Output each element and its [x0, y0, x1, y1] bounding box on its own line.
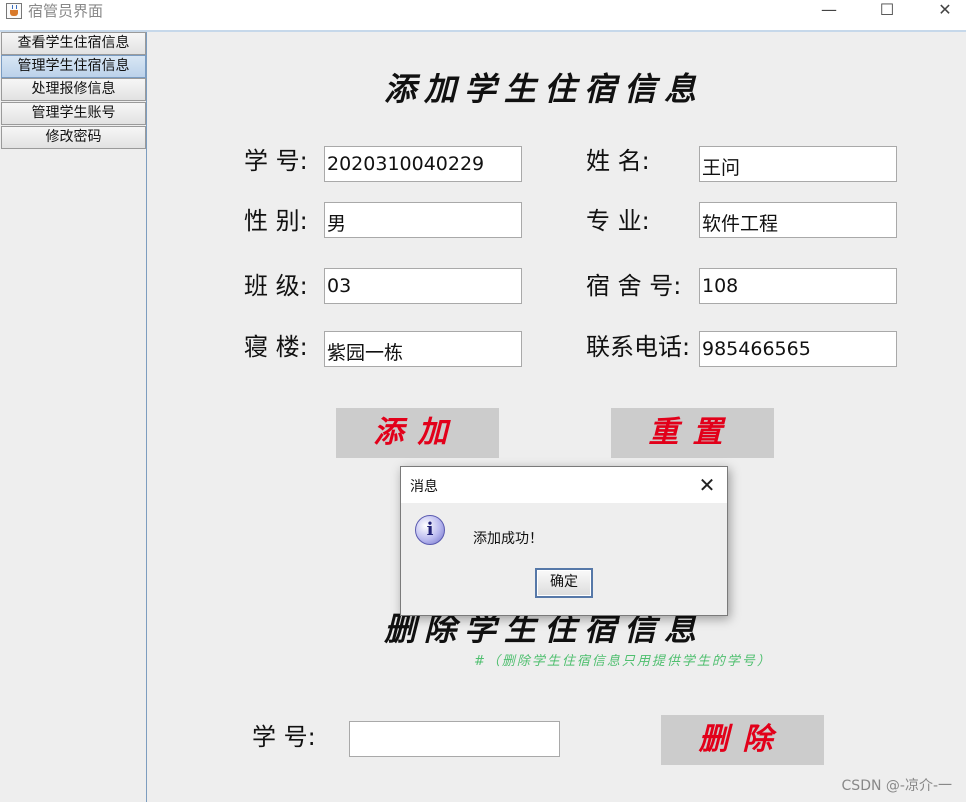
window-title: 宿管员界面 — [28, 2, 104, 20]
dorm-number-label: 宿 舍 号: — [586, 272, 682, 300]
java-app-icon — [6, 3, 22, 19]
dorm-number-input[interactable]: 108 — [699, 268, 897, 304]
sidebar-item-manage-accommodation[interactable]: 管理学生住宿信息 — [1, 55, 146, 78]
building-label: 寝 楼: — [244, 333, 308, 361]
name-input[interactable]: 王问 — [699, 146, 897, 182]
building-input[interactable]: 紫园一栋 — [324, 331, 522, 367]
class-label: 班 级: — [244, 272, 308, 300]
student-id-input[interactable]: 2020310040229 — [324, 146, 522, 182]
add-form-heading: 添加学生住宿信息 — [384, 70, 705, 108]
delete-student-id-input[interactable] — [349, 721, 560, 757]
delete-student-id-label: 学 号: — [252, 723, 316, 751]
sidebar: 查看学生住宿信息 管理学生住宿信息 处理报修信息 管理学生账号 修改密码 — [0, 32, 147, 802]
dialog-ok-button[interactable]: 确定 — [535, 568, 593, 598]
message-dialog: 消息 ✕ i 添加成功！ 确定 — [400, 466, 728, 616]
dialog-message: 添加成功！ — [473, 531, 543, 547]
sidebar-item-repairs[interactable]: 处理报修信息 — [1, 78, 146, 101]
sidebar-item-view-accommodation[interactable]: 查看学生住宿信息 — [1, 32, 146, 55]
gender-label: 性 别: — [244, 207, 308, 235]
major-label: 专 业: — [586, 207, 650, 235]
reset-button[interactable]: 重置 — [611, 408, 774, 458]
info-icon: i — [415, 515, 445, 545]
watermark: CSDN @-凉介-一 — [841, 778, 952, 794]
dialog-close-icon[interactable]: ✕ — [693, 471, 721, 499]
close-window-button[interactable]: ✕ — [920, 0, 966, 22]
gender-input[interactable]: 男 — [324, 202, 522, 238]
main-panel: 添加学生住宿信息 学 号: 2020310040229 姓 名: 王问 性 别:… — [148, 32, 966, 802]
delete-form-note: #（删除学生住宿信息只用提供学生的学号） — [474, 654, 772, 669]
phone-label: 联系电话: — [586, 333, 691, 361]
name-label: 姓 名: — [586, 147, 650, 175]
delete-button[interactable]: 删除 — [661, 715, 824, 765]
class-input[interactable]: 03 — [324, 268, 522, 304]
window-titlebar: 宿管员界面 — ☐ ✕ — [0, 0, 966, 30]
add-button[interactable]: 添加 — [336, 408, 499, 458]
maximize-button[interactable]: ☐ — [862, 0, 912, 22]
dialog-titlebar: 消息 ✕ — [401, 467, 727, 503]
dialog-title: 消息 — [410, 479, 438, 495]
sidebar-item-change-password[interactable]: 修改密码 — [1, 126, 146, 149]
major-input[interactable]: 软件工程 — [699, 202, 897, 238]
phone-input[interactable]: 985466565 — [699, 331, 897, 367]
sidebar-item-student-accounts[interactable]: 管理学生账号 — [1, 102, 146, 125]
minimize-button[interactable]: — — [804, 0, 854, 22]
student-id-label: 学 号: — [244, 147, 308, 175]
